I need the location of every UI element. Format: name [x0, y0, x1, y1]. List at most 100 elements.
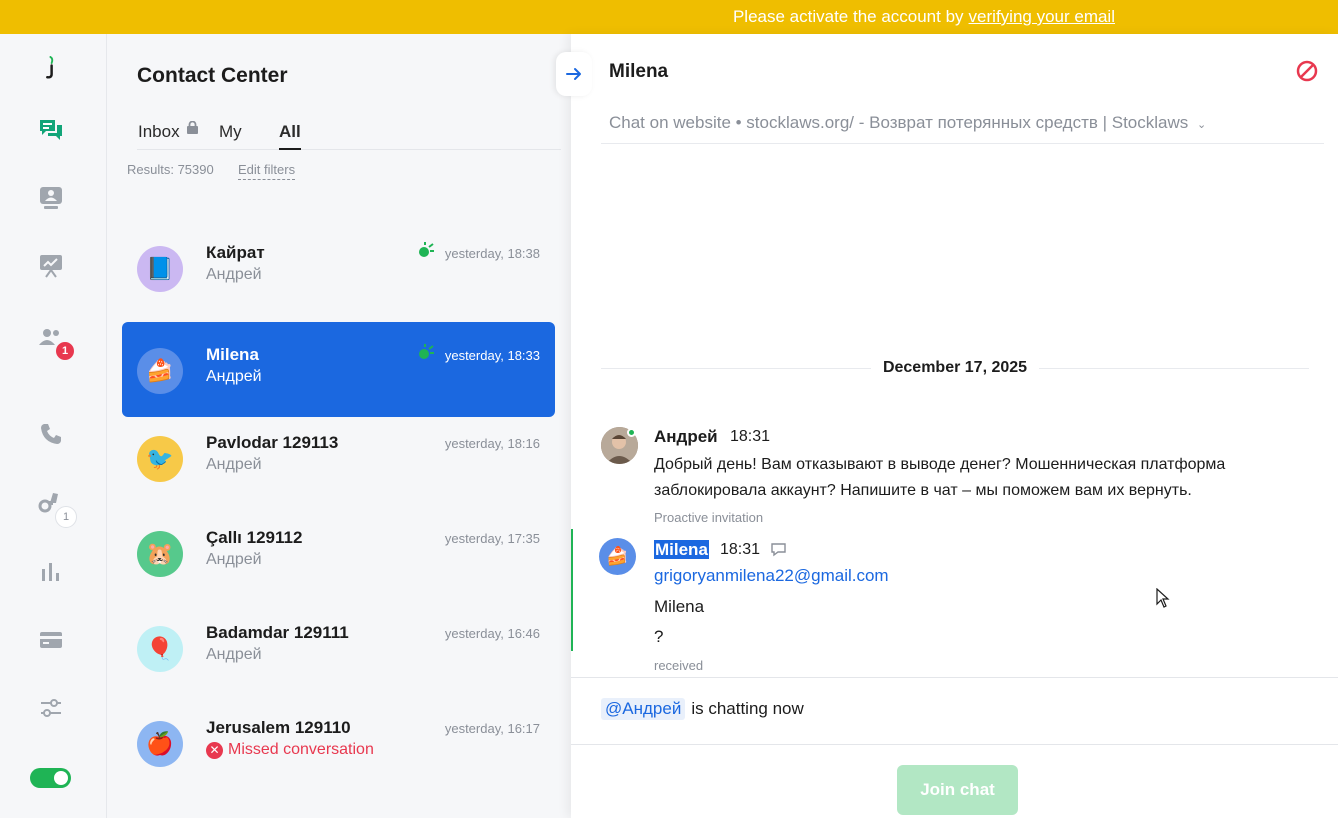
- contact-row[interactable]: 🎈 Badamdar 129111 Андрей yesterday, 16:4…: [122, 600, 555, 695]
- team-nav-item[interactable]: 1: [33, 320, 76, 362]
- visitors-icon: [40, 187, 62, 209]
- arrow-right-icon: [566, 68, 581, 80]
- mouse-cursor-icon: [1156, 588, 1170, 608]
- contact-time: yesterday, 18:16: [444, 436, 540, 451]
- visitor-avatar-icon: 🍰: [599, 538, 636, 575]
- message-author: Milena: [654, 540, 709, 560]
- message-text-line: заблокировала аккаунт? Напишите в чат – …: [654, 482, 1192, 499]
- phone-icon: [41, 424, 61, 444]
- visitor-message-marker: [571, 529, 573, 651]
- header-divider: [601, 143, 1324, 144]
- jivo-logo[interactable]: [33, 50, 69, 86]
- tab-all[interactable]: All: [279, 122, 301, 150]
- contact-row[interactable]: 🍎 Jerusalem 129110 ✕ Missed conversation…: [122, 695, 555, 790]
- contact-name: Milena: [206, 345, 259, 364]
- message-author: Андрей: [654, 427, 718, 446]
- chats-nav-item[interactable]: [33, 112, 69, 148]
- chat-bubbles-icon: [40, 120, 62, 140]
- message-time: 18:31: [720, 541, 761, 558]
- missed-conversation-status: ✕ Missed conversation: [206, 741, 374, 759]
- join-chat-button[interactable]: Join chat: [897, 765, 1018, 815]
- message-meta: received: [654, 658, 704, 673]
- reports-icon: [42, 563, 59, 581]
- tab-inbox[interactable]: Inbox: [138, 121, 198, 148]
- message-text-line: Milena: [654, 597, 705, 616]
- avatar: 🐹: [137, 531, 183, 577]
- verify-email-link[interactable]: verifying your email: [969, 7, 1115, 27]
- contact-time: yesterday, 17:35: [444, 531, 540, 546]
- results-count: Results: 75390: [127, 162, 214, 177]
- navigation-rail: 1 1: [0, 34, 107, 818]
- team-badge: 1: [54, 340, 76, 362]
- selected-author-name: Milena: [654, 540, 709, 559]
- active-chat-icon: [419, 344, 434, 359]
- reports-nav-item[interactable]: [33, 554, 69, 590]
- settings-sliders-icon: [41, 699, 61, 717]
- contact-name: Jerusalem 129110: [206, 718, 351, 737]
- edit-filters-link[interactable]: Edit filters: [238, 162, 296, 180]
- banner-text: Please activate the account by: [732, 7, 964, 26]
- monitoring-badge: 1: [55, 506, 77, 528]
- billing-nav-item[interactable]: [33, 622, 69, 658]
- contact-row[interactable]: 🐦 Pavlodar 129113 Андрей yesterday, 18:1…: [122, 410, 555, 505]
- online-status-toggle[interactable]: [30, 768, 71, 788]
- contact-agent: Андрей: [206, 266, 262, 283]
- message-meta: Proactive invitation: [654, 510, 764, 525]
- missed-x-icon: ✕: [206, 741, 223, 759]
- contact-time: yesterday, 18:33: [444, 348, 540, 363]
- monitoring-nav-item[interactable]: 1: [33, 484, 77, 528]
- composer-divider: [571, 677, 1338, 678]
- avatar: 📘: [137, 246, 183, 292]
- contact-row-selected[interactable]: 🍰 Milena Андрей yesterday, 18:33: [122, 322, 555, 417]
- avatar: 🐦: [137, 436, 183, 482]
- lock-icon: [187, 121, 198, 134]
- missed-label: Missed conversation: [228, 741, 374, 758]
- message-text-line: ?: [654, 627, 664, 646]
- avatar: 🎈: [137, 626, 183, 672]
- presentation-icon: [40, 255, 62, 278]
- collapse-panel-button[interactable]: [556, 52, 592, 96]
- presentation-nav-item[interactable]: [33, 248, 69, 284]
- contact-agent: Андрей: [206, 551, 262, 568]
- phone-nav-item[interactable]: [33, 416, 69, 452]
- tab-my[interactable]: My: [219, 122, 242, 148]
- chatting-now-text: is chatting now: [691, 699, 804, 718]
- chat-source-dropdown[interactable]: Chat on website • stocklaws.org/ - Возвр…: [609, 113, 1206, 133]
- contact-row[interactable]: 📘 Кайрат Андрей yesterday, 18:38: [122, 220, 555, 315]
- contact-time: yesterday, 18:38: [444, 246, 540, 261]
- chatting-status: @Андрей is chatting now: [601, 698, 804, 720]
- activation-banner: Please activate the account by verifying…: [0, 0, 1338, 34]
- contact-name: Кайрат: [206, 243, 265, 262]
- chevron-down-icon: ⌄: [1197, 119, 1207, 131]
- settings-nav-item[interactable]: [33, 690, 69, 726]
- visitor-email-link[interactable]: grigoryanmilena22@gmail.com: [654, 566, 889, 586]
- contact-agent: Андрей: [206, 456, 262, 473]
- contact-time: yesterday, 16:17: [444, 721, 540, 736]
- avatar: 🍰: [137, 348, 183, 394]
- contact-name: Pavlodar 129113: [206, 433, 339, 452]
- message-text-line: Добрый день! Вам отказывают в выводе ден…: [654, 456, 1226, 473]
- toggle-knob: [54, 771, 68, 785]
- filter-tabs: Inbox My All: [137, 120, 561, 150]
- chat-panel: Milena Chat on website • stocklaws.org/ …: [556, 34, 1338, 818]
- block-visitor-icon[interactable]: [1296, 60, 1318, 82]
- composer-divider: [571, 744, 1338, 745]
- tab-inbox-label: Inbox: [138, 122, 180, 141]
- date-label: December 17, 2025: [882, 359, 1028, 376]
- agent-mention[interactable]: @Андрей: [601, 698, 686, 720]
- contact-time: yesterday, 16:46: [444, 626, 540, 641]
- chat-source-text: Chat on website • stocklaws.org/ - Возвр…: [609, 113, 1189, 132]
- online-indicator: [627, 428, 636, 437]
- date-separator: December 17, 2025: [601, 356, 1310, 380]
- page-title: Contact Center: [137, 64, 288, 87]
- contact-name: Çallı 129112: [206, 528, 303, 547]
- active-chat-icon: [419, 242, 434, 257]
- comment-icon[interactable]: [770, 542, 787, 557]
- visitors-nav-item[interactable]: [33, 180, 69, 216]
- contact-row[interactable]: 🐹 Çallı 129112 Андрей yesterday, 17:35: [122, 505, 555, 600]
- message-time: 18:31: [730, 428, 771, 445]
- contact-name: Badamdar 129111: [206, 623, 349, 642]
- contact-agent: Андрей: [206, 646, 262, 663]
- avatar: 🍎: [137, 721, 183, 767]
- billing-icon: [40, 632, 62, 648]
